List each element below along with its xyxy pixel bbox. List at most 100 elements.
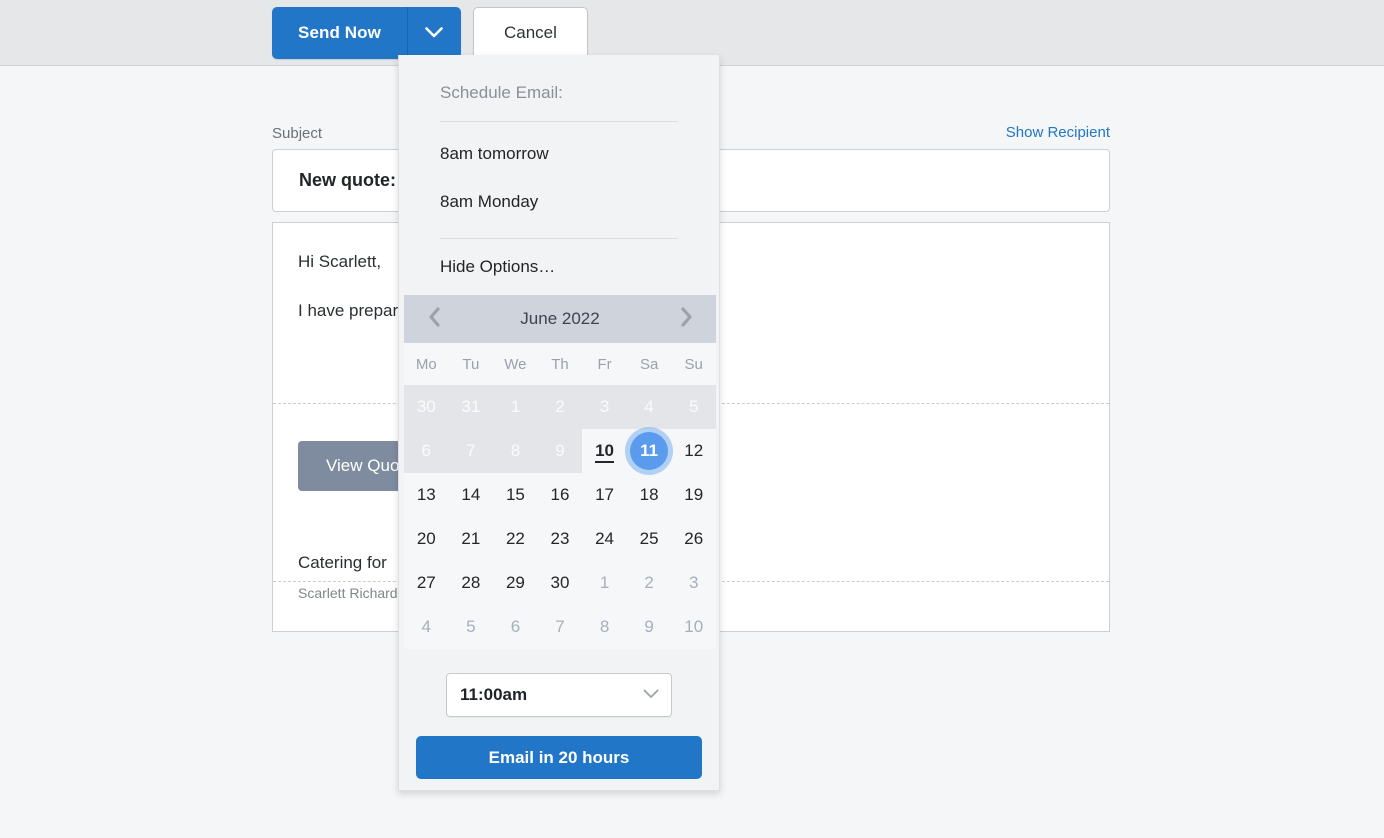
- time-select[interactable]: 11:00am: [446, 673, 672, 717]
- calendar-day-cell[interactable]: 11: [627, 429, 672, 473]
- menu-divider-bottom: [440, 238, 678, 239]
- calendar-day-cell[interactable]: 24: [582, 517, 627, 561]
- send-now-button[interactable]: Send Now: [272, 7, 407, 59]
- calendar-day-label: 21: [461, 529, 481, 548]
- calendar-day-cell[interactable]: 2: [627, 561, 672, 605]
- chevron-down-icon: [643, 686, 659, 704]
- chevron-down-icon: [425, 26, 444, 41]
- calendar-day-label: 9: [644, 617, 654, 636]
- calendar-day-label: 8: [599, 617, 610, 636]
- calendar-day-label: 3: [599, 397, 610, 416]
- calendar-day-label: 3: [688, 573, 699, 592]
- calendar-day-cell[interactable]: 26: [671, 517, 716, 561]
- show-recipient-link[interactable]: Show Recipient: [1006, 124, 1110, 141]
- calendar-day-cell[interactable]: 5: [449, 605, 494, 649]
- calendar-day-label: 31: [461, 397, 481, 416]
- calendar-day-cell[interactable]: 16: [538, 473, 583, 517]
- calendar-next-month-button[interactable]: [672, 305, 700, 333]
- signature-name: Scarlett Richards: [298, 585, 405, 601]
- calendar-day-cell[interactable]: 30: [538, 561, 583, 605]
- calendar-day-label: 30: [416, 397, 436, 416]
- calendar-day-cell[interactable]: 12: [671, 429, 716, 473]
- calendar-day-cell[interactable]: 9: [627, 605, 672, 649]
- calendar-day-label: 5: [466, 617, 476, 636]
- calendar-day-header: Su: [684, 356, 703, 373]
- calendar-day-cell[interactable]: 13: [404, 473, 449, 517]
- calendar-day-label: 6: [510, 617, 521, 636]
- calendar-header: June 2022: [404, 295, 716, 343]
- calendar-day-label: 24: [595, 529, 615, 548]
- calendar-day-cell[interactable]: 10: [671, 605, 716, 649]
- calendar-day-header: Fr: [597, 356, 612, 373]
- calendar-day-label: 30: [550, 573, 570, 592]
- calendar-day-cell[interactable]: 7: [538, 605, 583, 649]
- calendar-day-cell[interactable]: 21: [449, 517, 494, 561]
- calendar-day-cell: 2: [537, 385, 583, 429]
- calendar-day-label: 7: [555, 617, 565, 636]
- calendar-day-label: 28: [461, 573, 481, 592]
- calendar-day-cell[interactable]: 1: [582, 561, 627, 605]
- calendar-day-header: Sa: [639, 356, 659, 373]
- calendar-prev-month-button[interactable]: [420, 305, 448, 333]
- calendar-day-label: 12: [684, 441, 704, 460]
- calendar-day-label: 16: [550, 485, 570, 504]
- calendar-day-label: 9: [555, 441, 565, 460]
- calendar-day-label: 4: [644, 397, 654, 416]
- calendar-day-label: 6: [421, 441, 432, 460]
- calendar-day-cell[interactable]: 18: [627, 473, 672, 517]
- calendar-day-cell[interactable]: 22: [493, 517, 538, 561]
- cancel-button[interactable]: Cancel: [472, 7, 588, 59]
- calendar-day-cell[interactable]: 8: [582, 605, 627, 649]
- chevron-right-icon: [680, 306, 693, 332]
- calendar-day-label: 1: [510, 397, 521, 416]
- calendar-day-cell[interactable]: 15: [493, 473, 538, 517]
- hide-options-button[interactable]: Hide Options…: [399, 243, 719, 291]
- calendar-day-label: 22: [505, 529, 525, 548]
- calendar-day-header: Mo: [415, 356, 437, 373]
- calendar-day-cell[interactable]: 4: [404, 605, 449, 649]
- preset-8am-monday[interactable]: 8am Monday: [399, 178, 719, 226]
- calendar-day-cell: 8: [493, 429, 538, 473]
- calendar-day-label: 19: [684, 485, 704, 504]
- preset-8am-tomorrow[interactable]: 8am tomorrow: [399, 130, 719, 178]
- calendar-day-cell[interactable]: 10: [582, 429, 627, 473]
- calendar-day-label: 14: [461, 485, 481, 504]
- schedule-submit-button[interactable]: Email in 20 hours: [416, 736, 702, 779]
- calendar-day-cell: 3: [582, 385, 627, 429]
- calendar-day-cell[interactable]: 23: [538, 517, 583, 561]
- calendar-day-label: 8: [510, 441, 521, 460]
- calendar-day-label: 5: [688, 397, 699, 416]
- calendar-day-label: 23: [550, 529, 570, 548]
- calendar-day-cell[interactable]: 25: [627, 517, 672, 561]
- schedule-presets: 8am tomorrow 8am Monday: [399, 122, 719, 226]
- calendar-day-label: 7: [466, 441, 476, 460]
- calendar-month-title: June 2022: [520, 309, 600, 328]
- calendar-day-label: 2: [644, 573, 654, 592]
- calendar-day-label: 4: [421, 617, 432, 636]
- subject-value: New quote:: [299, 170, 396, 190]
- calendar-day-cell: 7: [448, 429, 494, 473]
- calendar-day-cell: 5: [671, 385, 716, 429]
- calendar-days-grid: 30 31 1 2 3 4 5 6 7 8 9 10 11 12 13 14 15 16 17 18 19 20 21 22 2…: [404, 385, 716, 649]
- send-options-dropdown-button[interactable]: [406, 7, 461, 59]
- calendar-day-cell[interactable]: 20: [404, 517, 449, 561]
- calendar-day-label: 27: [416, 573, 436, 592]
- toolbar-buttons: Send Now Cancel: [272, 7, 588, 59]
- calendar-day-label: 26: [684, 529, 704, 548]
- calendar-day-label: 11: [640, 441, 659, 460]
- calendar-day-cell[interactable]: 19: [671, 473, 716, 517]
- calendar-day-cell[interactable]: 14: [449, 473, 494, 517]
- calendar-day-header: We: [504, 356, 527, 373]
- calendar-day-cell[interactable]: 28: [449, 561, 494, 605]
- calendar-day-cell[interactable]: 29: [493, 561, 538, 605]
- calendar-day-cell[interactable]: 3: [671, 561, 716, 605]
- schedule-email-popup: Schedule Email: 8am tomorrow 8am Monday …: [398, 55, 720, 791]
- calendar-day-cell[interactable]: 17: [582, 473, 627, 517]
- calendar-day-cell[interactable]: 6: [493, 605, 538, 649]
- subject-label: Subject: [272, 125, 323, 142]
- calendar-day-label: 1: [599, 573, 610, 592]
- calendar-day-cell: 4: [626, 385, 672, 429]
- time-select-value: 11:00am: [460, 685, 528, 704]
- calendar-day-cell[interactable]: 27: [404, 561, 449, 605]
- chevron-left-icon: [428, 306, 441, 332]
